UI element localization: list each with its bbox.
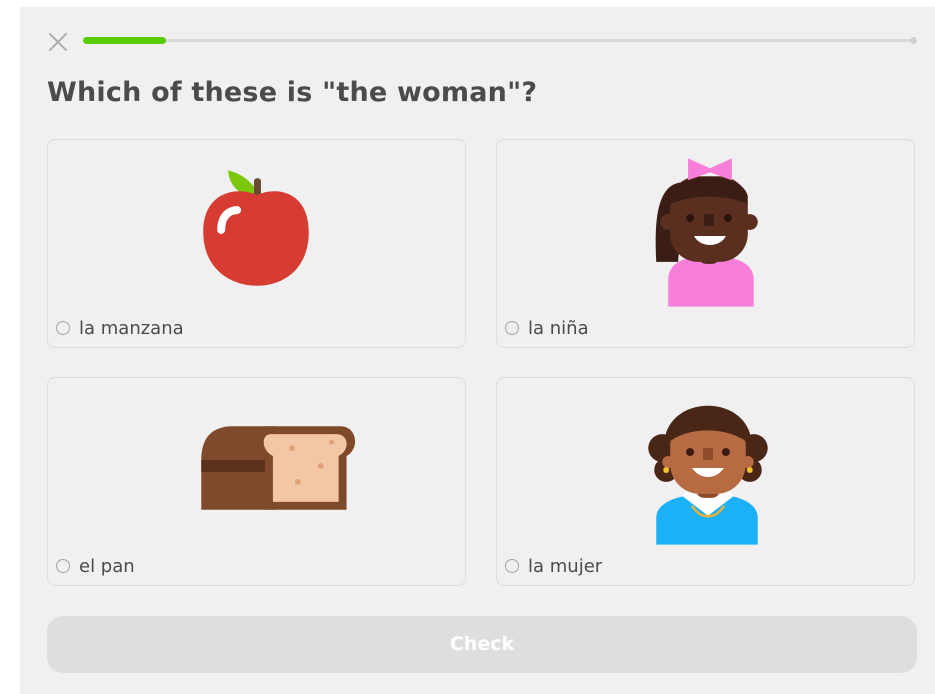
choice-label: el pan bbox=[79, 556, 135, 577]
choice-card-nina[interactable]: la niña bbox=[496, 139, 915, 348]
close-icon[interactable] bbox=[47, 31, 69, 53]
apple-illustration bbox=[203, 170, 309, 286]
radio-circle[interactable] bbox=[505, 559, 519, 573]
check-button[interactable]: Check bbox=[47, 616, 917, 673]
choice-card-mujer[interactable]: la mujer bbox=[496, 377, 915, 586]
girl-illustration bbox=[655, 158, 758, 307]
choice-card-pan[interactable]: el pan bbox=[47, 377, 466, 586]
choice-label: la mujer bbox=[528, 556, 603, 577]
radio-circle[interactable] bbox=[56, 321, 70, 335]
question-title: Which of these is "the woman"? bbox=[47, 77, 538, 108]
radio-circle[interactable] bbox=[505, 321, 519, 335]
radio-circle[interactable] bbox=[56, 559, 70, 573]
bread-illustration bbox=[201, 426, 356, 510]
progress-bar-fill bbox=[83, 37, 166, 44]
choice-label: la niña bbox=[528, 318, 589, 339]
lesson-screen: Which of these is "the woman"? la manzan… bbox=[20, 7, 935, 694]
progress-bar-end bbox=[910, 37, 917, 44]
woman-illustration bbox=[648, 405, 768, 545]
choice-label: la manzana bbox=[79, 318, 184, 339]
choice-card-manzana[interactable]: la manzana bbox=[47, 139, 466, 348]
progress-bar bbox=[83, 37, 917, 44]
